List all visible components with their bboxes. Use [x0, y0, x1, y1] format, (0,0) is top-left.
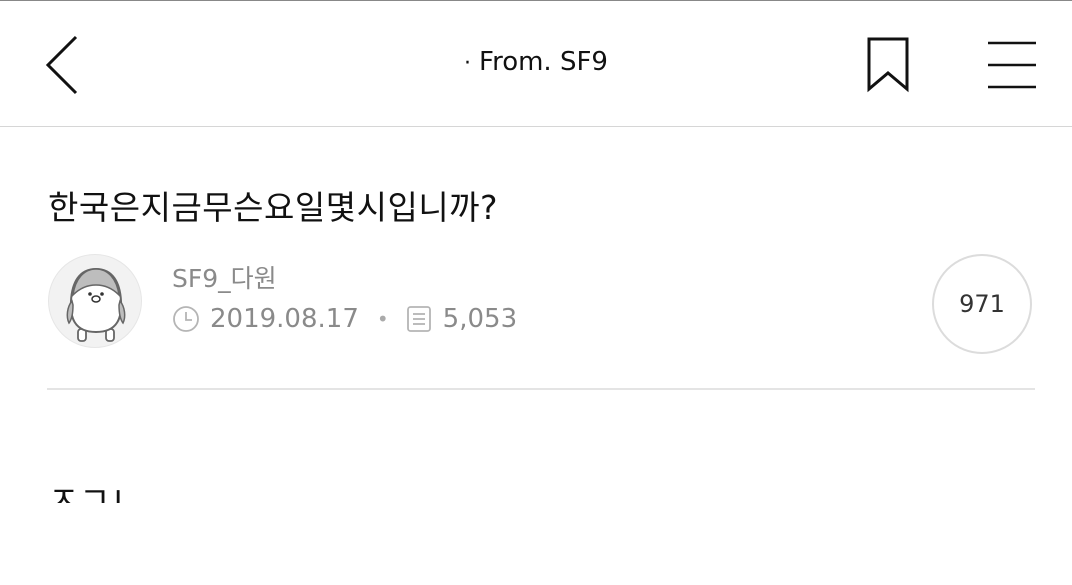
view-count: 5,053: [442, 304, 518, 334]
avatar[interactable]: [48, 254, 142, 348]
comment-count-button[interactable]: 971: [932, 254, 1032, 354]
top-bar: · From. SF9: [0, 1, 1072, 127]
post-meta: 2019.08.17 • 5,053: [172, 301, 517, 337]
menu-button[interactable]: [984, 39, 1040, 91]
hamburger-menu-icon: [988, 41, 1036, 89]
bookmark-icon: [867, 37, 909, 93]
meta-separator: •: [376, 307, 389, 331]
post-body-text: ㅈㄱㄴ: [48, 480, 142, 503]
comment-count: 971: [959, 290, 1005, 318]
title-text: From. SF9: [479, 47, 608, 77]
clock-icon: [173, 306, 199, 332]
app-frame: · From. SF9 한국은지금무슨요일몇시입니까? SF9_다원 2019.…: [0, 0, 1072, 585]
bookmark-button[interactable]: [864, 35, 912, 95]
post-date: 2019.08.17: [210, 304, 359, 334]
author-name[interactable]: SF9_다원: [172, 259, 277, 295]
divider: [47, 388, 1035, 390]
title-dot: ·: [464, 51, 472, 76]
penguin-avatar-icon: [66, 267, 126, 342]
document-icon: [406, 306, 431, 332]
post-title: 한국은지금무슨요일몇시입니까?: [48, 188, 499, 227]
post-body: ㅈㄱㄴ: [48, 469, 142, 503]
